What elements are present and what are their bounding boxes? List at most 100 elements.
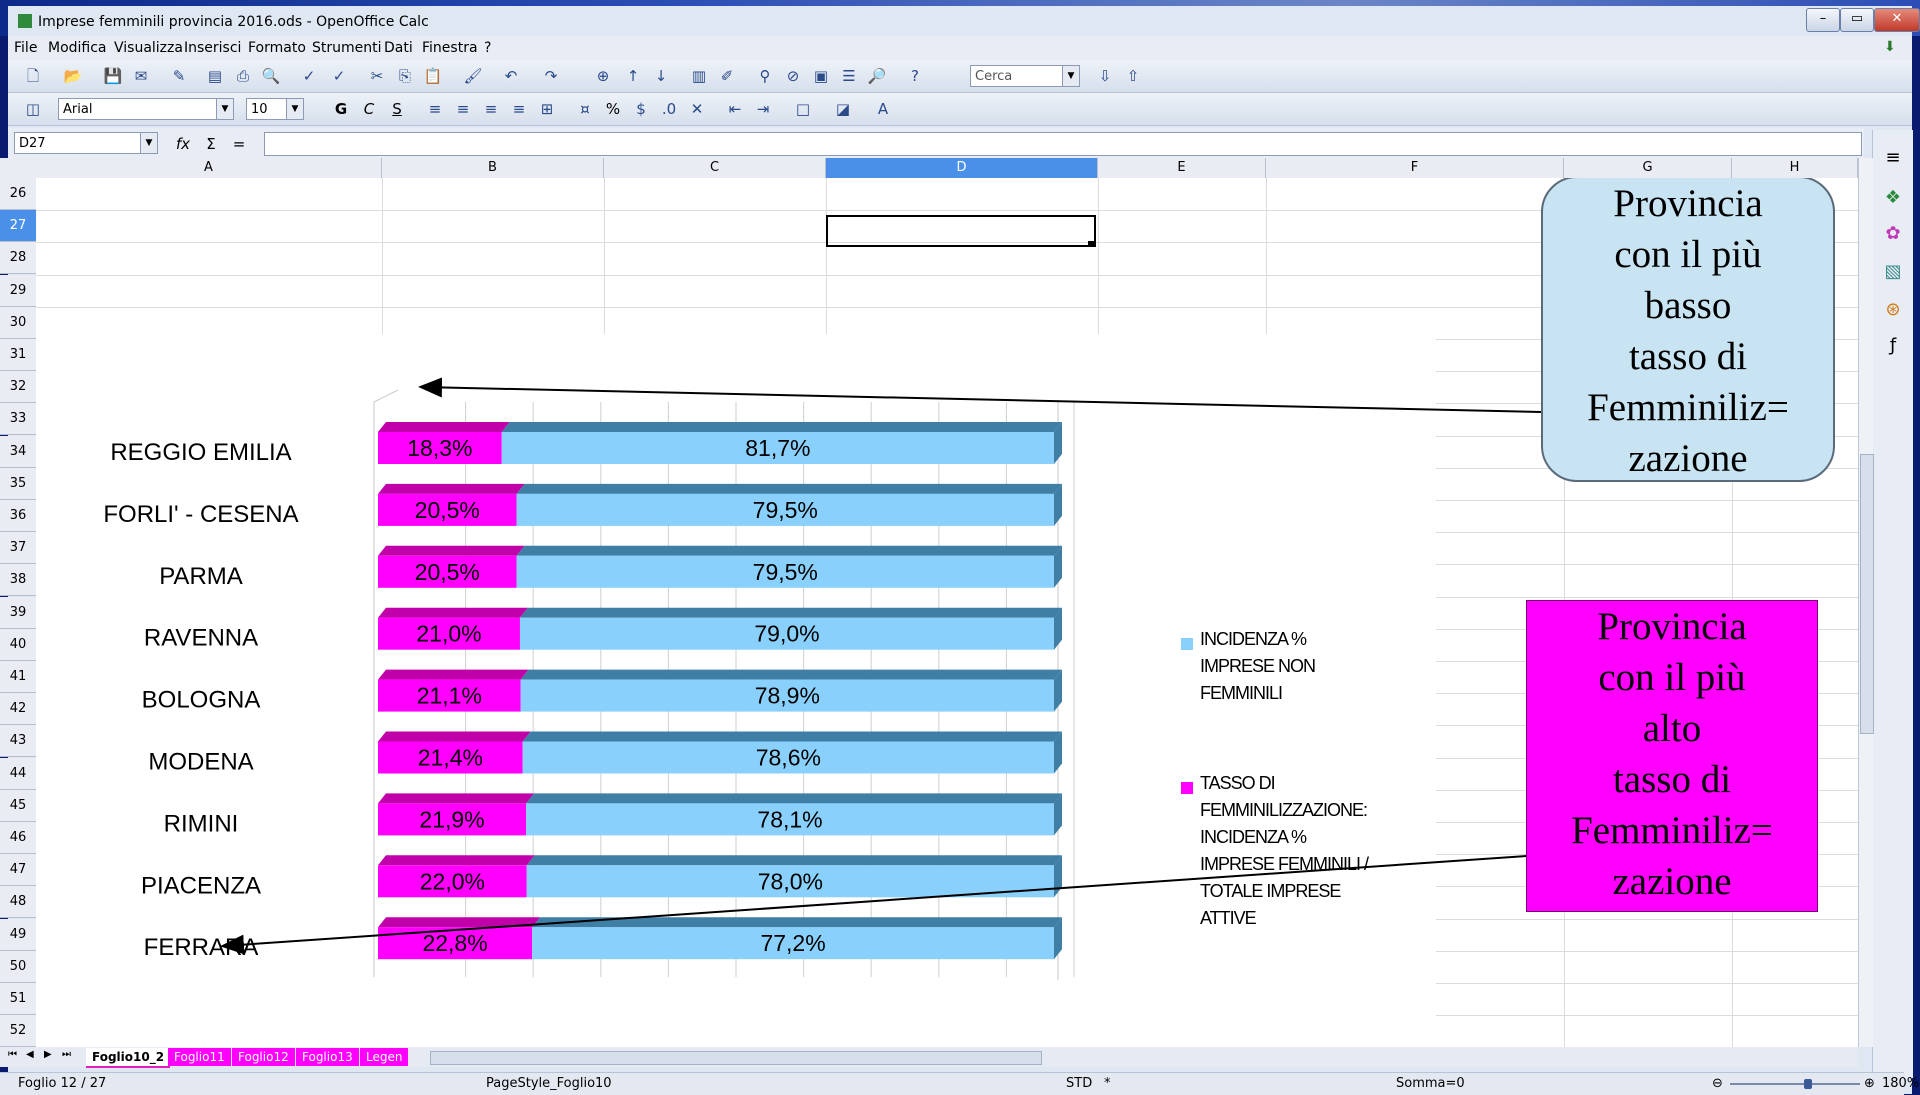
preview-icon[interactable]: 🔍: [260, 65, 282, 87]
find-next-icon[interactable]: ⇩: [1094, 65, 1116, 87]
row-header[interactable]: 30: [0, 306, 36, 339]
copy-icon[interactable]: ⎘: [394, 65, 416, 87]
format-paint-icon[interactable]: 🖌: [462, 65, 484, 87]
underline-button[interactable]: S: [386, 98, 408, 120]
font-color-icon[interactable]: A: [872, 98, 894, 120]
align-center-icon[interactable]: ≡: [452, 98, 474, 120]
row-header[interactable]: 52: [0, 1015, 36, 1048]
row-header[interactable]: 37: [0, 532, 36, 565]
properties-icon[interactable]: ≡: [1881, 146, 1905, 170]
standard-format-icon[interactable]: $: [630, 98, 652, 120]
align-left-icon[interactable]: ≡: [424, 98, 446, 120]
styles-icon[interactable]: ◫: [22, 98, 44, 120]
email-icon[interactable]: ✉: [130, 65, 152, 87]
spellcheck-icon[interactable]: ✓: [298, 65, 320, 87]
row-header[interactable]: 31: [0, 339, 36, 371]
new-icon[interactable]: 🗋: [22, 65, 44, 87]
redo-icon[interactable]: ↷: [540, 65, 562, 87]
row-header[interactable]: 41: [0, 661, 36, 693]
save-icon[interactable]: 💾: [102, 65, 124, 87]
print-icon[interactable]: ⎙: [232, 65, 254, 87]
navigator-sidebar-icon[interactable]: ⊛: [1881, 298, 1905, 322]
tab-foglio13[interactable]: Foglio13: [296, 1048, 359, 1066]
row-header[interactable]: 34: [0, 435, 36, 468]
chevron-down-icon[interactable]: ▼: [216, 99, 233, 119]
menu-inserisci[interactable]: Inserisci: [184, 40, 241, 56]
row-header[interactable]: 48: [0, 886, 36, 919]
row-header[interactable]: 42: [0, 693, 36, 726]
row-header[interactable]: 50: [0, 950, 36, 983]
scrollbar-thumb[interactable]: [1860, 454, 1874, 734]
delete-decimal-icon[interactable]: ✕: [686, 98, 708, 120]
status-page-style[interactable]: PageStyle_Foglio10: [486, 1076, 612, 1091]
vertical-scrollbar[interactable]: [1858, 158, 1874, 1047]
font-name-combo[interactable]: Arial ▼: [58, 98, 234, 120]
chevron-down-icon[interactable]: ▼: [140, 133, 157, 153]
formula-input[interactable]: [264, 132, 1862, 156]
row-header[interactable]: 45: [0, 789, 36, 822]
datasource-icon[interactable]: ☰: [838, 65, 860, 87]
column-header-a[interactable]: A: [36, 158, 382, 178]
undo-icon[interactable]: ↶: [500, 65, 522, 87]
update-icon[interactable]: ⬇: [1884, 39, 1896, 55]
open-icon[interactable]: 📂: [62, 65, 84, 87]
percent-button[interactable]: %: [602, 98, 624, 120]
tab-nav-first-icon[interactable]: ⏮: [8, 1049, 17, 1060]
menu-help[interactable]: ?: [484, 40, 491, 56]
row-header[interactable]: 38: [0, 564, 36, 597]
tab-nav-last-icon[interactable]: ⏭: [62, 1049, 71, 1060]
borders-icon[interactable]: □: [792, 98, 814, 120]
close-button[interactable]: ✕: [1874, 8, 1920, 32]
row-header[interactable]: 49: [0, 918, 36, 951]
row-header[interactable]: 26: [0, 178, 36, 210]
chevron-down-icon[interactable]: ▼: [1062, 66, 1079, 86]
row-header[interactable]: 40: [0, 628, 36, 661]
cut-icon[interactable]: ✂: [366, 65, 388, 87]
zoom-icon[interactable]: 🔎: [866, 65, 888, 87]
italic-button[interactable]: C: [358, 98, 380, 120]
row-header[interactable]: 43: [0, 725, 36, 758]
spreadsheet-grid[interactable]: 18,3% 81,7% REGGIO EMILIA 20,5% 79,5% FORLI' …: [36, 178, 1858, 1058]
tab-nav-next-icon[interactable]: ▶: [44, 1049, 52, 1060]
tab-foglio12[interactable]: Foglio12: [232, 1048, 295, 1066]
chevron-down-icon[interactable]: ▼: [286, 99, 303, 119]
currency-icon[interactable]: ¤: [574, 98, 596, 120]
sort-desc-icon[interactable]: ↓: [650, 65, 672, 87]
functions-sidebar-icon[interactable]: ƒ: [1881, 334, 1905, 358]
decrease-indent-icon[interactable]: ⇤: [724, 98, 746, 120]
zoom-level[interactable]: 180%: [1882, 1076, 1919, 1091]
search-input[interactable]: Cerca ▼: [970, 65, 1080, 87]
column-header-f[interactable]: F: [1266, 158, 1564, 178]
row-header[interactable]: 33: [0, 403, 36, 436]
row-header[interactable]: 36: [0, 500, 36, 532]
sort-asc-icon[interactable]: ↑: [622, 65, 644, 87]
column-header-h[interactable]: H: [1732, 158, 1858, 178]
row-header[interactable]: 44: [0, 757, 36, 790]
function-wizard-icon[interactable]: fx: [172, 133, 194, 155]
status-mode[interactable]: STD: [1066, 1076, 1092, 1091]
menu-formato[interactable]: Formato: [248, 40, 306, 56]
column-header-e[interactable]: E: [1098, 158, 1266, 178]
function-icon[interactable]: =: [228, 133, 250, 155]
row-header[interactable]: 47: [0, 854, 36, 887]
sum-icon[interactable]: Σ: [200, 133, 222, 155]
paste-icon[interactable]: 📋: [422, 65, 444, 87]
column-header-d[interactable]: D: [826, 158, 1098, 178]
row-header[interactable]: 27: [0, 210, 36, 243]
menu-visualizza[interactable]: Visualizza: [114, 40, 183, 56]
tab-foglio10-2[interactable]: Foglio10_2: [86, 1048, 171, 1068]
maximize-button[interactable]: ▭: [1840, 8, 1874, 32]
row-header[interactable]: 32: [0, 371, 36, 404]
justify-icon[interactable]: ≡: [508, 98, 530, 120]
menu-dati[interactable]: Dati: [384, 40, 413, 56]
increase-indent-icon[interactable]: ⇥: [752, 98, 774, 120]
row-header[interactable]: 39: [0, 596, 36, 629]
zoom-in-icon[interactable]: ⊕: [1864, 1076, 1875, 1091]
chart-icon[interactable]: ▥: [688, 65, 710, 87]
find-prev-icon[interactable]: ⇧: [1122, 65, 1144, 87]
column-header-c[interactable]: C: [604, 158, 826, 178]
row-header[interactable]: 28: [0, 242, 36, 275]
menu-modifica[interactable]: Modifica: [48, 40, 107, 56]
column-header-b[interactable]: B: [382, 158, 604, 178]
background-color-icon[interactable]: ◪: [832, 98, 854, 120]
